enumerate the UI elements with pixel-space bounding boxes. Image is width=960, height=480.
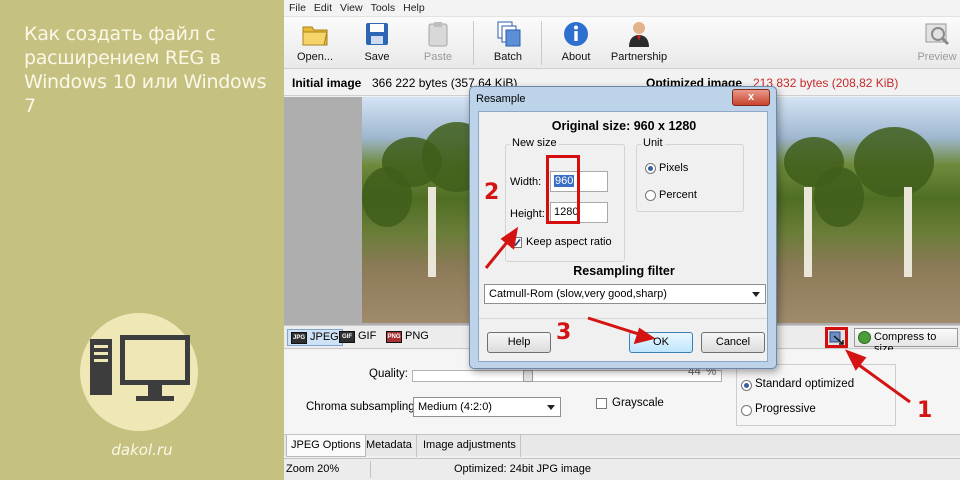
step-1-label: 1 bbox=[917, 398, 933, 423]
annotation-arrows bbox=[484, 226, 911, 404]
step-3-label: 3 bbox=[556, 320, 572, 345]
step-2-label: 2 bbox=[484, 180, 500, 205]
